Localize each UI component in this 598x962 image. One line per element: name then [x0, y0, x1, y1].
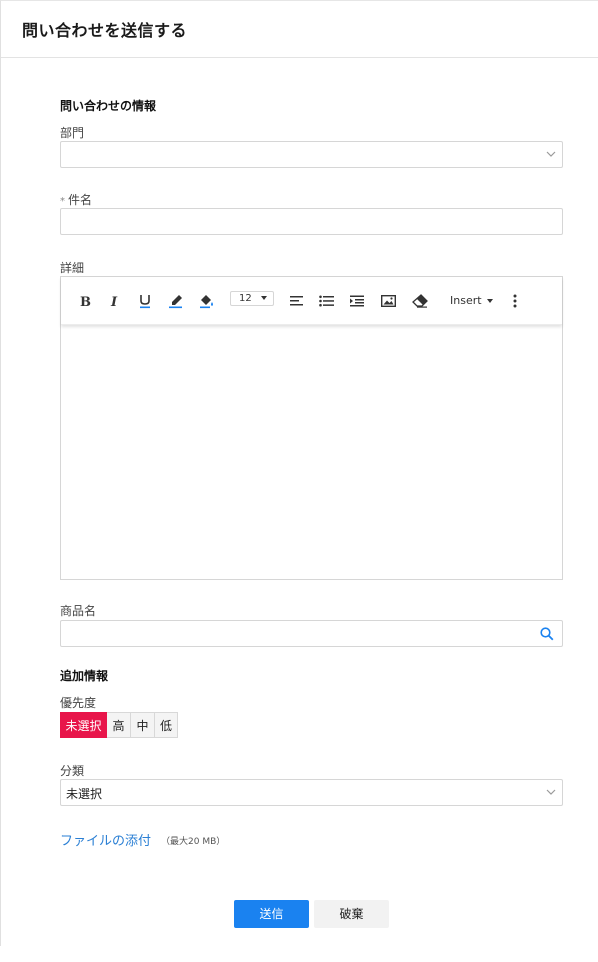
required-mark: * — [60, 196, 65, 207]
department-label: 部門 — [60, 126, 85, 140]
subject-label-text: 件名 — [68, 193, 93, 207]
details-text-area[interactable] — [61, 326, 562, 579]
chevron-down-icon — [546, 151, 556, 157]
svg-text:B: B — [80, 295, 91, 308]
font-size-select[interactable]: 12 — [230, 291, 274, 306]
align-left-icon[interactable] — [289, 291, 305, 311]
product-search-input[interactable] — [60, 620, 563, 647]
priority-label: 優先度 — [60, 696, 97, 710]
product-label: 商品名 — [60, 604, 97, 618]
search-icon[interactable] — [540, 627, 554, 641]
priority-segmented-control: 未選択 高 中 低 — [60, 712, 178, 738]
editor-toolbar: B I 12 Insert — [61, 277, 562, 325]
font-size-value: 12 — [239, 293, 252, 304]
category-value: 未選択 — [66, 787, 103, 801]
caret-down-icon — [486, 299, 493, 303]
image-icon[interactable] — [380, 291, 396, 311]
more-vertical-icon[interactable] — [510, 291, 520, 311]
priority-option-unselected[interactable]: 未選択 — [60, 712, 107, 738]
eraser-icon[interactable] — [411, 291, 428, 311]
chevron-down-icon — [546, 789, 556, 795]
form-header: 問い合わせを送信する — [1, 1, 598, 58]
details-rich-text-editor[interactable]: B I 12 Insert — [60, 276, 563, 580]
bold-icon[interactable]: B — [78, 291, 92, 311]
bullet-list-icon[interactable] — [318, 291, 334, 311]
insert-label: Insert — [450, 294, 482, 307]
page-title: 問い合わせを送信する — [22, 21, 188, 40]
category-select[interactable]: 未選択 — [60, 779, 563, 806]
attachment-size-note: （最大20 MB） — [161, 837, 226, 847]
indent-icon[interactable] — [349, 291, 365, 311]
subject-label: * 件名 — [60, 191, 92, 208]
form-window: 問い合わせを送信する 問い合わせの情報 部門 * 件名 詳細 B I 12 In… — [0, 0, 598, 946]
insert-menu[interactable]: Insert — [450, 294, 493, 307]
attach-file-link[interactable]: ファイルの添付 — [60, 830, 151, 849]
priority-option-high[interactable]: 高 — [107, 712, 131, 738]
details-label: 詳細 — [60, 261, 85, 275]
priority-option-medium[interactable]: 中 — [131, 712, 155, 738]
underline-icon[interactable] — [138, 291, 152, 311]
svg-text:I: I — [110, 295, 118, 308]
subject-input[interactable] — [60, 208, 563, 235]
fill-color-icon[interactable] — [198, 291, 216, 311]
department-select[interactable] — [60, 141, 563, 168]
category-label: 分類 — [60, 764, 85, 778]
priority-option-low[interactable]: 低 — [155, 712, 178, 738]
caret-down-icon — [261, 296, 267, 300]
additional-section-title: 追加情報 — [60, 669, 109, 683]
submit-button[interactable]: 送信 — [234, 900, 309, 928]
highlight-pen-icon[interactable] — [168, 291, 184, 311]
discard-button[interactable]: 破棄 — [314, 900, 389, 928]
inquiry-section-title: 問い合わせの情報 — [60, 99, 157, 113]
italic-icon[interactable]: I — [108, 291, 122, 311]
